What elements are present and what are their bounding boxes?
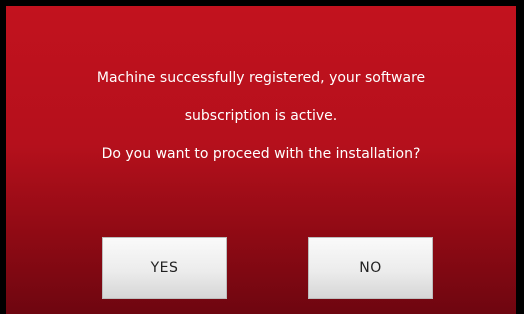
message-line-3: Do you want to proceed with the installa… bbox=[101, 146, 421, 162]
yes-button-label: YES bbox=[150, 260, 179, 276]
registration-dialog: Machine successfully registered, your so… bbox=[6, 6, 516, 314]
no-button-label: NO bbox=[359, 260, 382, 276]
no-button[interactable]: NO bbox=[308, 237, 433, 299]
message-line-2: subscription is active. bbox=[184, 108, 338, 124]
message-line-1: Machine successfully registered, your so… bbox=[96, 70, 426, 86]
yes-button[interactable]: YES bbox=[102, 237, 227, 299]
